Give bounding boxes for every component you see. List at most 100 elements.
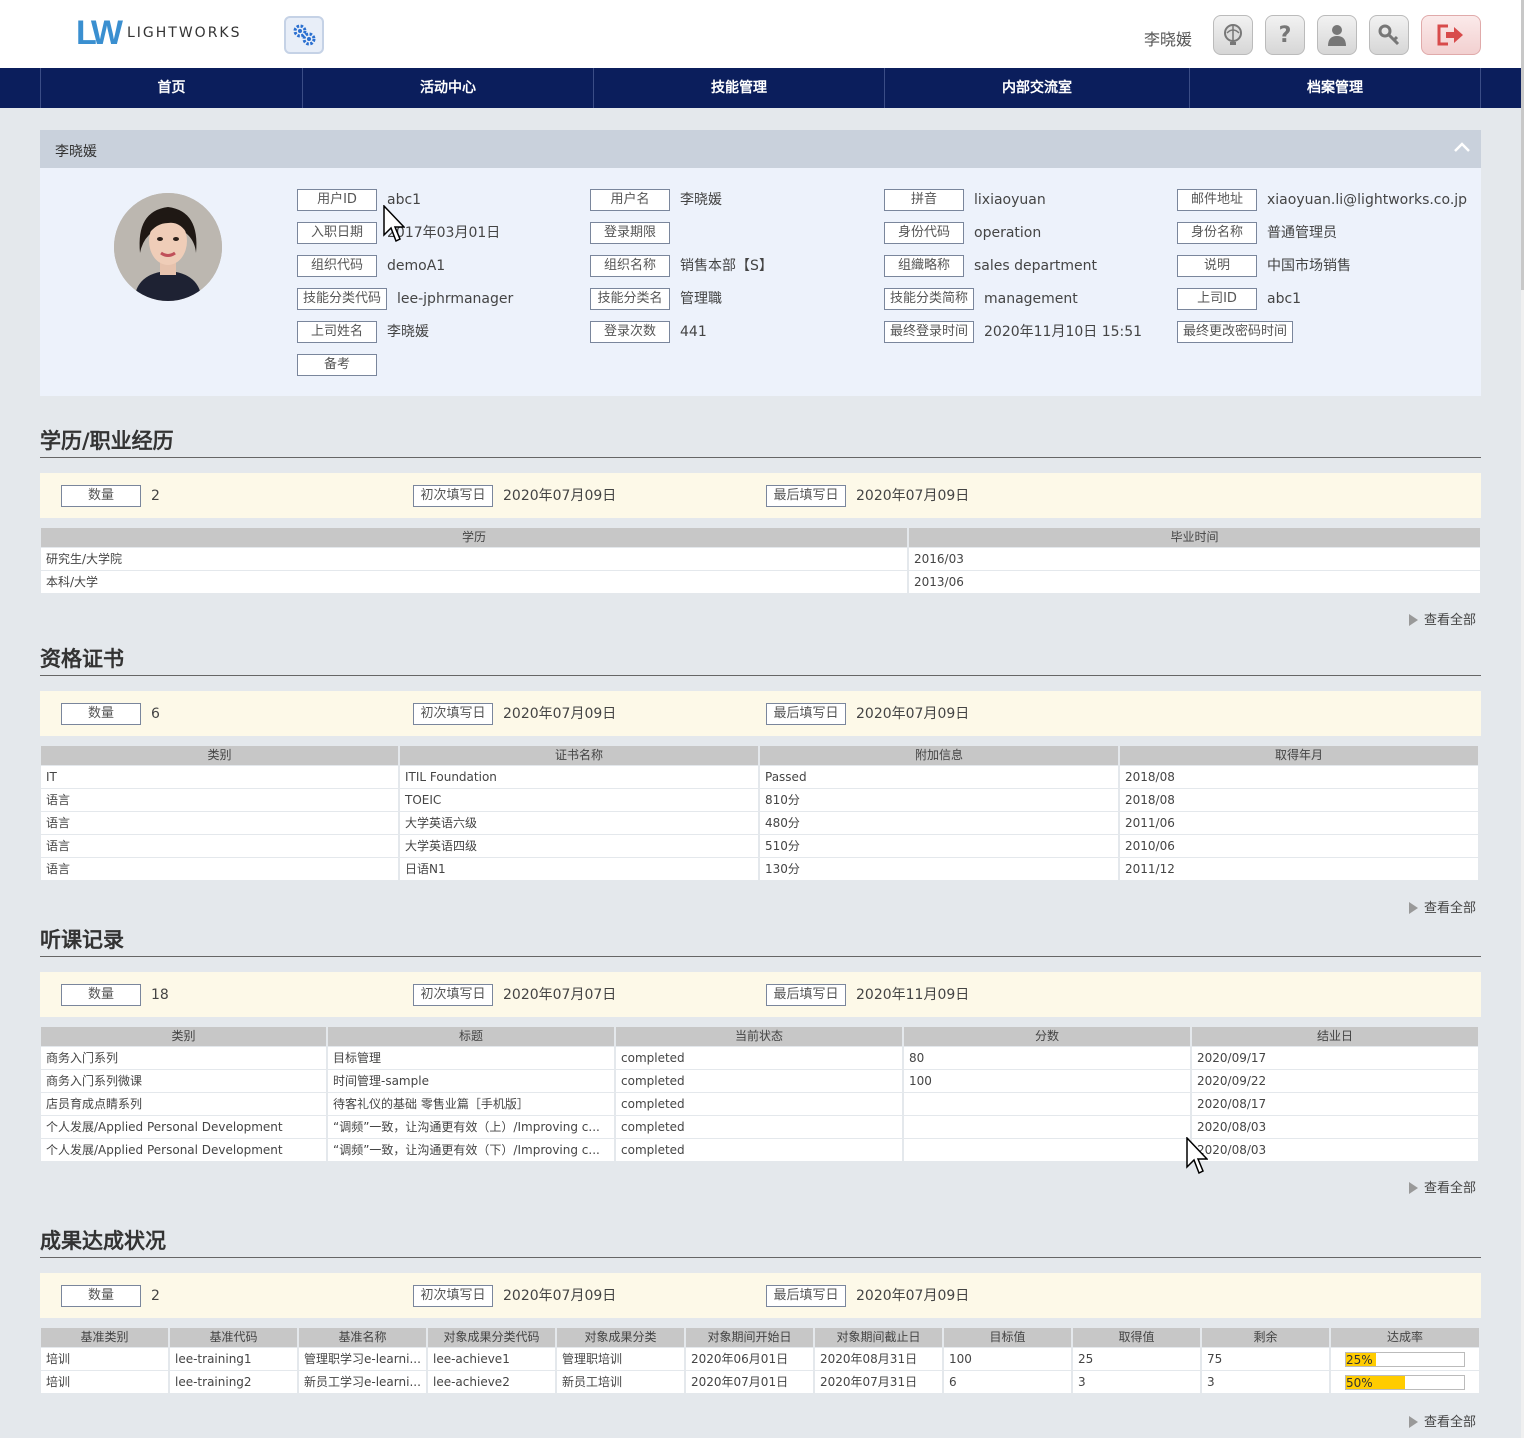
table-row: 语言 大学英语六级 480分 2011/06 xyxy=(41,812,1478,834)
view-all-label: 查看全部 xyxy=(1424,1415,1477,1430)
section-divider xyxy=(40,1257,1481,1258)
table-cell: 培训 xyxy=(41,1371,168,1393)
main-nav: 首页 活动中心 技能管理 内部交流室 档案管理 xyxy=(0,68,1521,108)
column-header: 对象期间截止日 xyxy=(815,1328,942,1347)
value-description: 中国市场销售 xyxy=(1267,258,1351,274)
education-summary xyxy=(40,473,1481,518)
table-cell: TOEIC xyxy=(400,789,758,811)
triangle-right-icon xyxy=(1409,1182,1418,1194)
column-header: 结业日 xyxy=(1192,1027,1478,1046)
table-cell: 商务入门系列 xyxy=(41,1047,326,1069)
logo-text: LIGHTWORKS xyxy=(126,25,242,41)
education-view-all-link[interactable]: 查看全部 xyxy=(1409,609,1476,628)
certificates-view-all-link[interactable]: 查看全部 xyxy=(1409,897,1476,916)
chevron-up-icon[interactable] xyxy=(1453,138,1471,156)
column-header: 基准名称 xyxy=(299,1328,426,1347)
value-org-name: 销售本部【S】 xyxy=(680,258,773,274)
value-email: xiaoyuan.li@lightworks.co.jp xyxy=(1267,192,1468,208)
globe-icon xyxy=(1224,24,1242,45)
count-label: 数量 xyxy=(61,485,141,507)
count-label: 数量 xyxy=(61,1285,141,1307)
table-row: 个人发展/Applied Personal Development “调频”一致，… xyxy=(41,1116,1478,1138)
value-manager-id: abc1 xyxy=(1267,291,1302,307)
table-cell: 个人发展/Applied Personal Development xyxy=(41,1139,326,1161)
table-cell: 480分 xyxy=(760,812,1118,834)
table-cell: 待客礼仪的基础 零售业篇［手机版］ xyxy=(328,1093,614,1115)
column-header: 对象期间开始日 xyxy=(686,1328,813,1347)
label-role-name: 身份名称 xyxy=(1177,222,1257,244)
table-cell: 本科/大学 xyxy=(41,571,907,593)
table-cell: 3 xyxy=(1202,1371,1329,1393)
table-cell: 2020/08/03 xyxy=(1192,1139,1478,1161)
nav-divider xyxy=(1480,68,1481,108)
table-cell: 管理职培训 xyxy=(557,1348,684,1370)
profile-name: 李晓媛 xyxy=(55,144,97,160)
logo-mark: LW xyxy=(76,14,123,52)
table-cell: 2013/06 xyxy=(909,571,1480,593)
label-manager-name: 上司姓名 xyxy=(297,321,377,343)
table-cell: 2018/08 xyxy=(1120,766,1478,788)
help-icon: ? xyxy=(1278,22,1292,48)
table-row: IT ITIL Foundation Passed 2018/08 xyxy=(41,766,1478,788)
column-header: 分数 xyxy=(904,1027,1190,1046)
logout-icon xyxy=(1437,24,1463,46)
achievements-last-date: 2020年07月09日 xyxy=(856,1288,970,1304)
table-cell: IT xyxy=(41,766,398,788)
logo[interactable]: LW LIGHTWORKS xyxy=(76,16,242,50)
label-user-id: 用户ID xyxy=(297,189,377,211)
achievements-view-all-link[interactable]: 查看全部 xyxy=(1409,1411,1476,1430)
table-cell: completed xyxy=(616,1116,902,1138)
table-row: 商务入门系列 目标管理 completed 80 2020/09/17 xyxy=(41,1047,1478,1069)
table-cell: 研究生/大学院 xyxy=(41,548,907,570)
courses-view-all-link[interactable]: 查看全部 xyxy=(1409,1177,1476,1196)
table-cell: 2020/09/22 xyxy=(1192,1070,1478,1092)
table-cell: 2020年07月31日 xyxy=(815,1371,942,1393)
first-entry-label: 初次填写日 xyxy=(413,984,493,1006)
label-role-code: 身份代码 xyxy=(884,222,964,244)
education-first-date: 2020年07月09日 xyxy=(503,488,617,504)
section-divider xyxy=(40,675,1481,676)
table-row: 语言 TOEIC 810分 2018/08 xyxy=(41,789,1478,811)
achievements-first-date: 2020年07月09日 xyxy=(503,1288,617,1304)
password-button[interactable] xyxy=(1369,15,1409,55)
table-cell: 新员工培训 xyxy=(557,1371,684,1393)
column-header: 类别 xyxy=(41,746,398,765)
table-cell: 2010/06 xyxy=(1120,835,1478,857)
education-title: 学历/职业经历 xyxy=(40,429,174,453)
nav-profile-management[interactable]: 档案管理 xyxy=(1189,68,1480,108)
column-header: 剩余 xyxy=(1202,1328,1329,1347)
nav-home[interactable]: 首页 xyxy=(40,68,302,108)
nav-skill-management[interactable]: 技能管理 xyxy=(593,68,884,108)
table-cell: 2020年08月31日 xyxy=(815,1348,942,1370)
column-header: 附加信息 xyxy=(760,746,1118,765)
table-cell xyxy=(904,1139,1190,1161)
nav-activity-center[interactable]: 活动中心 xyxy=(302,68,593,108)
table-cell: 130分 xyxy=(760,858,1118,880)
table-row: 语言 日语N1 130分 2011/12 xyxy=(41,858,1478,880)
table-cell xyxy=(904,1093,1190,1115)
profile-button[interactable] xyxy=(1317,15,1357,55)
profile-header[interactable]: 李晓媛 xyxy=(40,130,1481,168)
language-button[interactable] xyxy=(1213,15,1253,55)
triangle-right-icon xyxy=(1409,614,1418,626)
table-cell: lee-achieve1 xyxy=(428,1348,555,1370)
table-cell: 2020年07月01日 xyxy=(686,1371,813,1393)
nav-internal-exchange[interactable]: 内部交流室 xyxy=(884,68,1189,108)
settings-button[interactable] xyxy=(284,16,324,54)
logout-button[interactable] xyxy=(1421,15,1481,55)
avatar xyxy=(114,193,222,301)
column-header: 取得值 xyxy=(1073,1328,1200,1347)
header-username[interactable]: 李晓媛 xyxy=(1144,26,1192,50)
progress-bar: 50% xyxy=(1345,1375,1465,1390)
top-header: LW LIGHTWORKS 李晓媛 ? xyxy=(0,0,1524,68)
table-cell: 2020年06月01日 xyxy=(686,1348,813,1370)
help-button[interactable]: ? xyxy=(1265,15,1305,55)
courses-title: 听课记录 xyxy=(40,928,124,952)
table-cell: lee-achieve2 xyxy=(428,1371,555,1393)
achievements-title: 成果达成状况 xyxy=(40,1229,166,1253)
progress-label: 50% xyxy=(1346,1376,1373,1390)
column-header: 证书名称 xyxy=(400,746,758,765)
column-header: 毕业时间 xyxy=(909,528,1480,547)
label-last-password-change: 最终更改密码时间 xyxy=(1177,321,1293,343)
table-cell: 2011/12 xyxy=(1120,858,1478,880)
